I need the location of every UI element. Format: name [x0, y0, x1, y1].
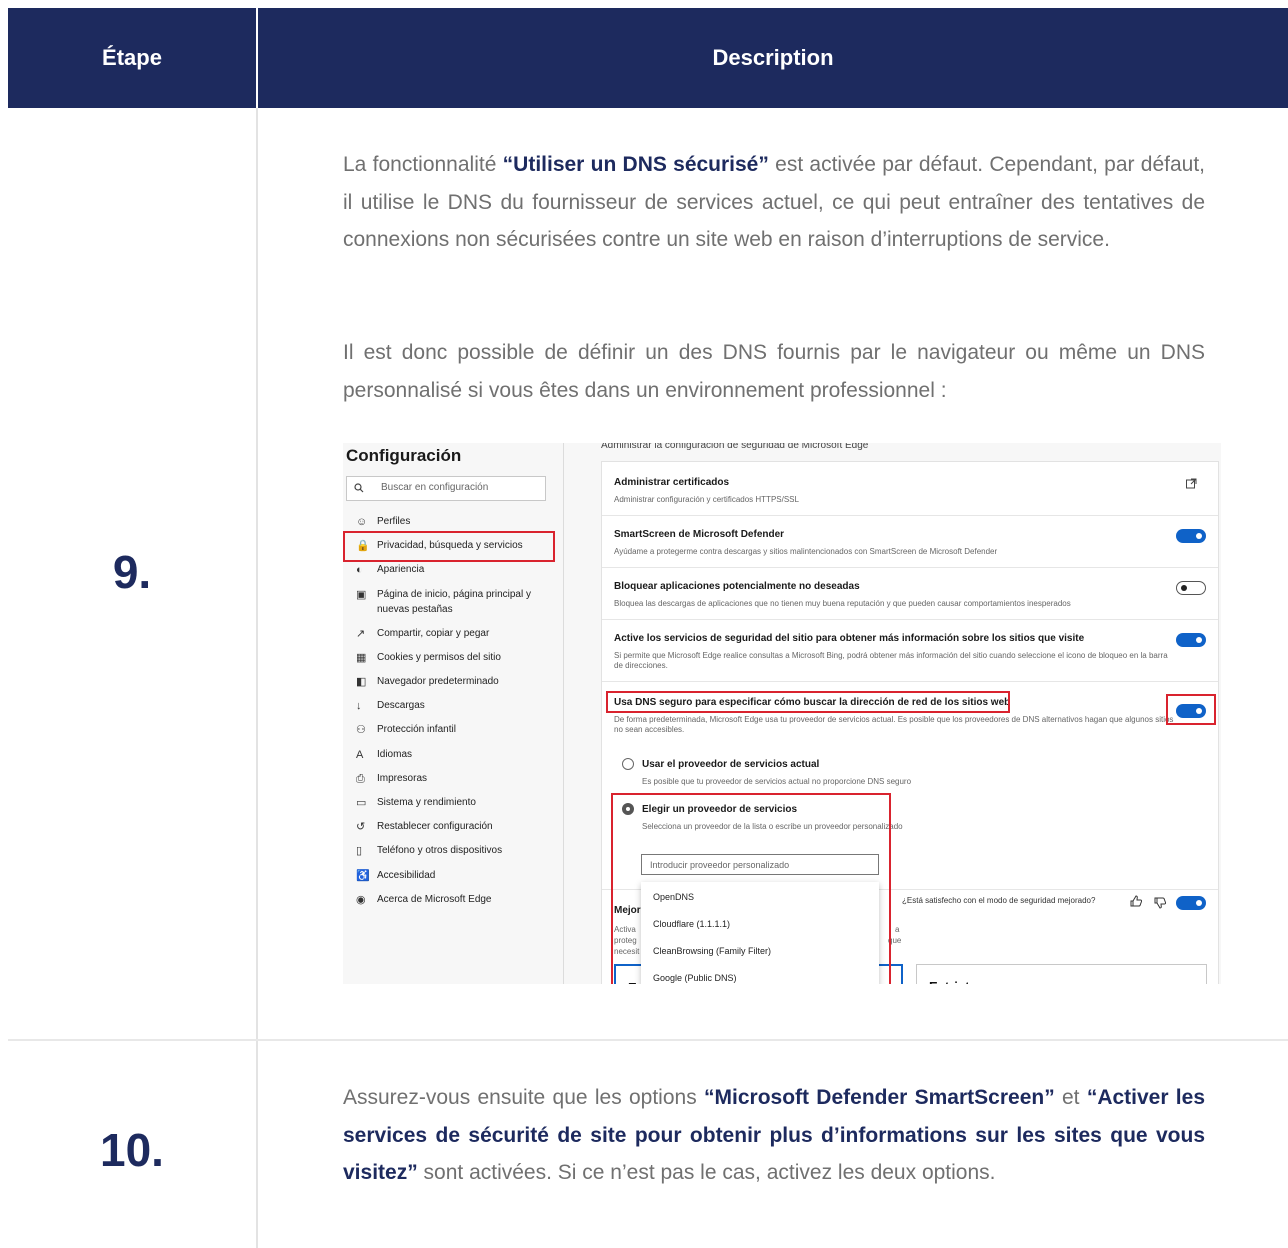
feedback-text: ¿Está satisfecho con el modo de segurida… [902, 896, 1096, 905]
browser-icon: ◧ [356, 676, 367, 688]
section-heading: Administrar la configuración de segurida… [601, 443, 869, 451]
appearance-icon: ◐ [356, 564, 363, 577]
sidebar-item-label: Navegador predeterminado [377, 676, 499, 687]
paragraph: Assurez-vous ensuite que les options “Mi… [343, 1079, 1205, 1192]
highlight-box [1166, 694, 1216, 725]
setting-title: SmartScreen de Microsoft Defender [614, 529, 785, 540]
home-page-icon: ▣ [356, 588, 367, 601]
sidebar-title: Configuración [346, 446, 462, 465]
paragraph: La fonctionnalité “Utiliser un DNS sécur… [343, 146, 1205, 259]
setting-subtitle: Bloquea las descargas de aplicaciones qu… [614, 599, 1071, 608]
settings-main: Administrar la configuración de segurida… [564, 443, 1221, 984]
sidebar-item-label: Sistema y rendimiento [377, 797, 476, 808]
setting-subtitle: Administrar configuración y certificados… [614, 495, 799, 504]
sidebar-item-label: Cookies y permisos del sitio [377, 651, 501, 663]
settings-sidebar: Configuración Buscar en configuración ☺ P… [343, 443, 564, 984]
external-link-icon[interactable] [1186, 478, 1197, 489]
profile-icon: ☺ [356, 516, 368, 528]
sidebar-item-label: Acerca de Microsoft Edge [377, 893, 492, 905]
search-input[interactable]: Buscar en configuración [346, 476, 546, 501]
radio-subtitle: Es posible que tu proveedor de servicios… [642, 777, 912, 786]
text: et [1054, 1086, 1087, 1109]
bold-text: “Microsoft Defender SmartScreen” [704, 1086, 1055, 1109]
thumbs-down-icon[interactable] [1154, 897, 1166, 909]
separator [602, 515, 1218, 516]
highlight-box [343, 531, 555, 562]
language-icon: A [356, 748, 364, 761]
family-icon: ⚇ [356, 724, 366, 737]
paragraph: Il est donc possible de définir un des D… [343, 341, 1205, 402]
thumbs-up-icon[interactable] [1130, 895, 1142, 907]
site-safety-toggle[interactable] [1176, 633, 1206, 647]
phone-icon: ▯ [356, 845, 363, 858]
header-description: Description [258, 8, 1288, 108]
column-divider [256, 108, 258, 1248]
setting-title: Administrar certificados [614, 477, 730, 488]
sidebar-item-label: Protección infantil [377, 724, 456, 736]
radio-current-provider[interactable] [622, 758, 634, 770]
bold-text: “Utiliser un DNS sécurisé” [502, 153, 769, 176]
header-step: Étape [8, 8, 256, 108]
search-icon [354, 483, 364, 493]
edge-settings-screenshot: Configuración Buscar en configuración ☺ P… [343, 443, 1221, 984]
steps-table: Étape Description 9. La fonctionnalité “… [8, 8, 1288, 1248]
setting-title: Bloquear aplicaciones potencialmente no … [614, 581, 860, 592]
printer-icon: ⎙ [356, 772, 365, 785]
enhanced-security-toggle[interactable] [1176, 896, 1206, 910]
sidebar-item-label: Perfiles [377, 516, 411, 527]
setting-subtitle: que [888, 936, 902, 945]
setting-subtitle: Si permite que Microsoft Edge realice co… [614, 651, 1168, 670]
sidebar-item-label: Apariencia [377, 564, 425, 576]
separator [602, 681, 1218, 682]
sidebar-item-label: Restablecer configuración [377, 821, 493, 833]
step-number: 10. [100, 1124, 164, 1176]
search-placeholder: Buscar en configuración [381, 482, 489, 493]
highlight-box [606, 691, 1010, 713]
sidebar-item-label: Compartir, copiar y pegar [377, 627, 490, 639]
sidebar-item-label: Teléfono y otros dispositivos [377, 845, 503, 857]
sidebar-item-label: Accesibilidad [377, 869, 436, 881]
share-icon: ↗ [356, 627, 366, 640]
smartscreen-toggle[interactable] [1176, 529, 1206, 543]
tile-strict[interactable]: Estricta [916, 964, 1207, 984]
text: Assurez-vous ensuite que les options [343, 1086, 705, 1109]
setting-title: Active los servicios de seguridad del si… [614, 633, 1085, 644]
text: sont activées. Si ce n’est pas le cas, a… [417, 1161, 996, 1184]
separator [602, 619, 1218, 620]
download-icon: ↓ [356, 700, 362, 713]
accessibility-icon: ♿ [356, 869, 370, 882]
settings-card: Administrar certificados Administrar con… [601, 461, 1219, 984]
edge-icon: ◉ [356, 893, 366, 906]
cookies-icon: ▦ [356, 651, 367, 664]
sidebar-item-label: nuevas pestañas [377, 603, 453, 615]
separator [602, 567, 1218, 568]
block-apps-toggle[interactable] [1176, 581, 1206, 595]
radio-label: Usar el proveedor de servicios actual [642, 759, 820, 770]
row-divider [8, 1039, 1288, 1041]
setting-subtitle: De forma predeterminada, Microsoft Edge … [614, 715, 1174, 734]
reset-icon: ↺ [356, 821, 366, 834]
text: La fonctionnalité [343, 153, 503, 176]
system-icon: ▭ [356, 797, 367, 809]
setting-subtitle: a [895, 925, 900, 934]
sidebar-item-label: Impresoras [377, 772, 428, 784]
highlight-box [611, 793, 891, 984]
sidebar-item-label: Descargas [377, 700, 425, 712]
setting-subtitle: Ayúdame a protegerme contra descargas y … [614, 547, 998, 556]
sidebar-item-label: Idiomas [377, 748, 413, 760]
sidebar-item-label: Página de inicio, página principal y [377, 588, 531, 600]
step-number: 9. [112, 546, 152, 598]
